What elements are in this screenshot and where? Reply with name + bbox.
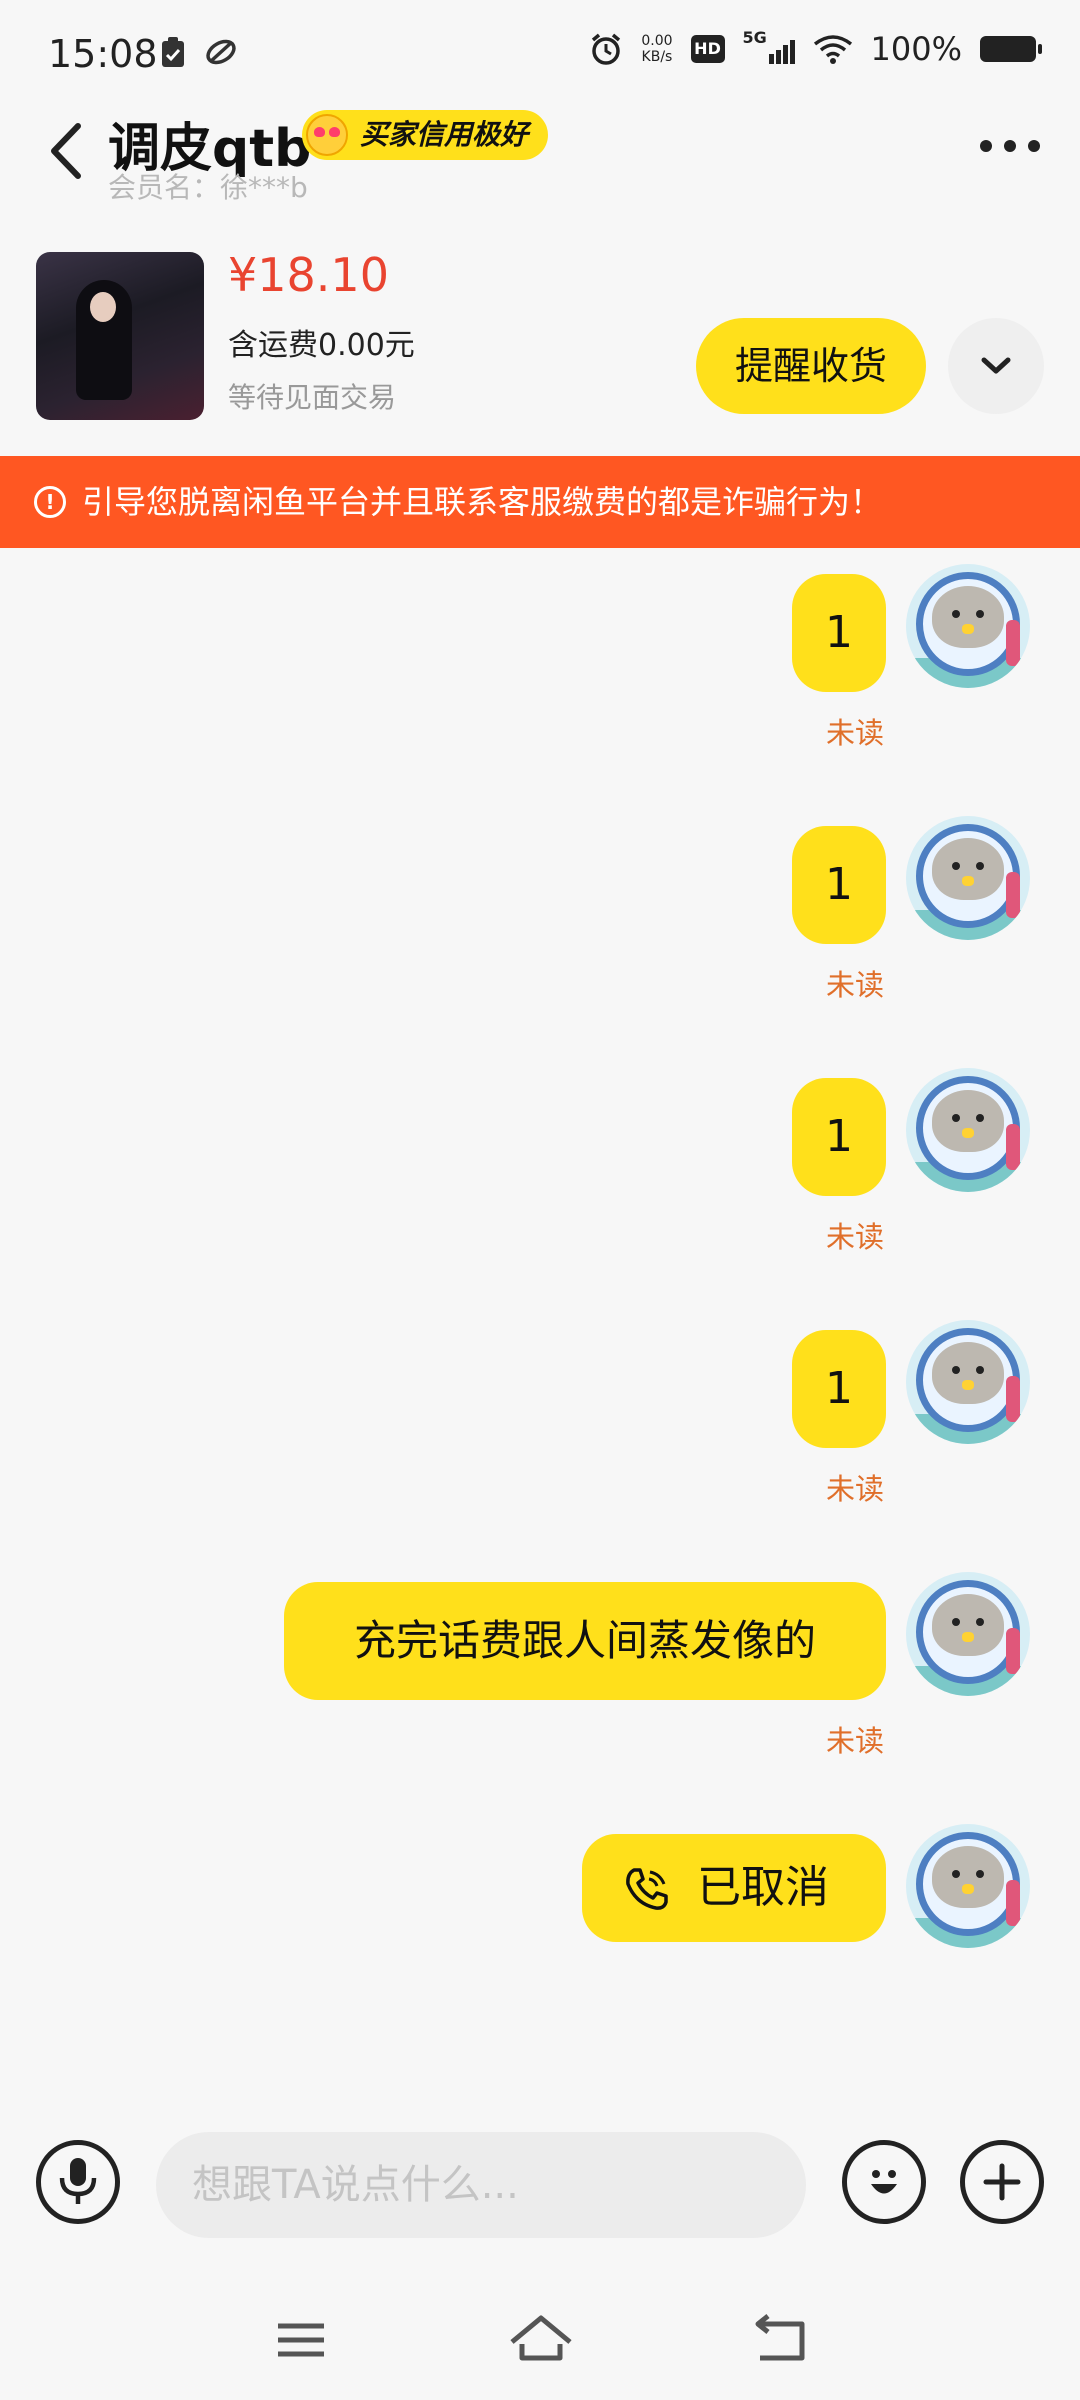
voice-input-button[interactable] — [36, 2140, 120, 2224]
avatar[interactable] — [906, 1572, 1030, 1696]
message-list[interactable]: 1 未读 1 未读 1 未读 1 未读 充完话费跟人间蒸发像的 未读 已取消 — [0, 548, 1080, 2108]
return-icon[interactable] — [746, 2310, 816, 2370]
warning-icon: ! — [34, 486, 66, 518]
member-name: 会员名：徐***b — [108, 171, 308, 204]
clipboard-check-icon — [162, 37, 184, 67]
credit-badge-label: 买家信用极好 — [360, 118, 529, 151]
back-arrow-icon[interactable] — [40, 116, 100, 186]
message-bubble[interactable]: 1 — [792, 574, 886, 692]
message-bubble[interactable]: 1 — [792, 1330, 886, 1448]
input-bar — [0, 2110, 1080, 2260]
message-item: 1 未读 — [0, 816, 1080, 1016]
call-status-text: 已取消 — [697, 1862, 829, 1913]
phone-icon — [626, 1868, 668, 1910]
battery-percent: 100% — [870, 30, 962, 68]
emoji-button[interactable] — [842, 2140, 926, 2224]
message-item: 1 未读 — [0, 564, 1080, 764]
system-nav-bar — [0, 2290, 1080, 2400]
plus-icon — [983, 2163, 1021, 2201]
signal-icon: 5G — [743, 28, 795, 66]
avatar[interactable] — [906, 1068, 1030, 1192]
status-left-icons — [160, 36, 238, 68]
avatar[interactable] — [906, 816, 1030, 940]
avatar[interactable] — [906, 564, 1030, 688]
warning-text: 引导您脱离闲鱼平台并且联系客服缴费的都是诈骗行为！ — [82, 483, 883, 521]
product-card[interactable]: ¥18.10 含运费0.00元 等待见面交易 提醒收货 — [0, 230, 1080, 450]
avatar[interactable] — [906, 1824, 1030, 1948]
hd-icon: HD — [690, 35, 725, 63]
unread-status: 未读 — [826, 1724, 885, 1758]
home-icon[interactable] — [506, 2310, 576, 2370]
emoji-icon — [871, 2170, 897, 2194]
net-speed-value: 0.00 — [641, 33, 673, 49]
hd-label: HD — [694, 39, 721, 58]
menu-icon[interactable] — [266, 2310, 336, 2370]
unread-status: 未读 — [826, 716, 885, 750]
status-time: 15:08 — [48, 32, 158, 76]
message-bubble[interactable]: 1 — [792, 1078, 886, 1196]
net-speed-unit: KB/s — [641, 49, 673, 65]
status-bar: 15:08 0.00 KB/s HD 5G 100% — [0, 0, 1080, 100]
product-price: ¥18.10 — [228, 248, 389, 302]
sync-icon — [206, 39, 236, 65]
more-actions-button[interactable] — [960, 2140, 1044, 2224]
unread-status: 未读 — [826, 1220, 885, 1254]
trade-status: 等待见面交易 — [228, 381, 397, 414]
unread-status: 未读 — [826, 968, 885, 1002]
net-speed: 0.00 KB/s — [641, 33, 672, 65]
message-item: 1 未读 — [0, 1320, 1080, 1520]
fraud-warning-banner: ! 引导您脱离闲鱼平台并且联系客服缴费的都是诈骗行为！ — [0, 456, 1080, 548]
chevron-down-icon — [981, 357, 1011, 374]
unread-status: 未读 — [826, 1472, 885, 1506]
heart-eyes-emoji-icon — [306, 114, 348, 156]
alarm-icon — [592, 33, 621, 65]
product-thumbnail[interactable] — [36, 252, 204, 420]
message-item: 1 未读 — [0, 1068, 1080, 1268]
chat-screen: 15:08 0.00 KB/s HD 5G 100% 调皮qtb 买家信用极好 … — [0, 0, 1080, 2400]
wifi-icon — [813, 35, 852, 64]
message-bubble[interactable]: 1 — [792, 826, 886, 944]
remind-receipt-button[interactable]: 提醒收货 — [696, 318, 926, 414]
avatar[interactable] — [906, 1320, 1030, 1444]
message-item: 已取消 — [0, 1824, 1080, 2024]
message-item: 充完话费跟人间蒸发像的 未读 — [0, 1572, 1080, 1772]
shipping-fee: 含运费0.00元 — [228, 328, 415, 363]
message-bubble[interactable]: 充完话费跟人间蒸发像的 — [284, 1582, 886, 1700]
battery-icon — [980, 36, 1042, 62]
mic-icon — [59, 2158, 97, 2204]
chat-header: 调皮qtb 买家信用极好 会员名：徐***b — [0, 100, 1080, 210]
expand-button[interactable] — [948, 318, 1044, 414]
more-icon[interactable] — [980, 140, 1040, 152]
status-right-icons: 0.00 KB/s HD 5G 100% — [589, 28, 1042, 68]
voice-call-bubble[interactable]: 已取消 — [582, 1834, 886, 1942]
credit-badge: 买家信用极好 — [302, 110, 549, 160]
message-input[interactable] — [156, 2132, 806, 2238]
